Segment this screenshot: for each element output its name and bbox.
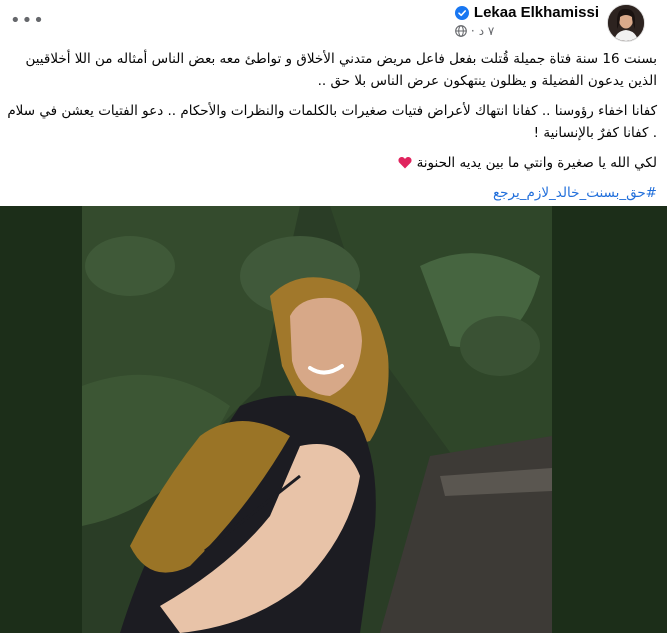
post-meta: ٧ د · xyxy=(455,24,599,38)
author-line: Lekaa Elkhamissi xyxy=(454,4,599,21)
hashtag-line: #حق_بسنت_خالد_لازم_يرجع xyxy=(7,182,657,204)
hashtag-link[interactable]: #حق_بسنت_خالد_لازم_يرجع xyxy=(493,185,657,201)
author-block: Lekaa Elkhamissi ٧ د · xyxy=(454,4,599,38)
paragraph-2: كفانا اخفاء رؤوسنا .. كفانا انتهاك لأعرا… xyxy=(7,103,657,141)
paragraph-3-text: لكي الله يا صغيرة وانتي ما بين يديه الحن… xyxy=(416,155,657,171)
author-name[interactable]: Lekaa Elkhamissi xyxy=(474,4,599,21)
meta-separator: · xyxy=(470,24,475,38)
post-header: ••• Lekaa Elkhamissi ٧ د · xyxy=(0,0,667,44)
avatar[interactable] xyxy=(607,4,645,42)
post-time[interactable]: ٧ د xyxy=(479,24,495,38)
paragraph-3: لكي الله يا صغيرة وانتي ما بين يديه الحن… xyxy=(7,152,657,174)
paragraph-1: بسنت 16 سنة فتاة جميلة قُتلت بفعل فاعل م… xyxy=(25,51,657,89)
heart-icon xyxy=(398,156,412,169)
verified-badge-icon xyxy=(454,5,469,20)
globe-icon[interactable] xyxy=(455,25,467,37)
post-photo[interactable] xyxy=(0,206,667,633)
post-text: بسنت 16 سنة فتاة جميلة قُتلت بفعل فاعل م… xyxy=(7,48,657,212)
facebook-post: ••• Lekaa Elkhamissi ٧ د · بسنت 16 سنة ف… xyxy=(0,0,667,633)
more-options-icon[interactable]: ••• xyxy=(10,11,44,35)
